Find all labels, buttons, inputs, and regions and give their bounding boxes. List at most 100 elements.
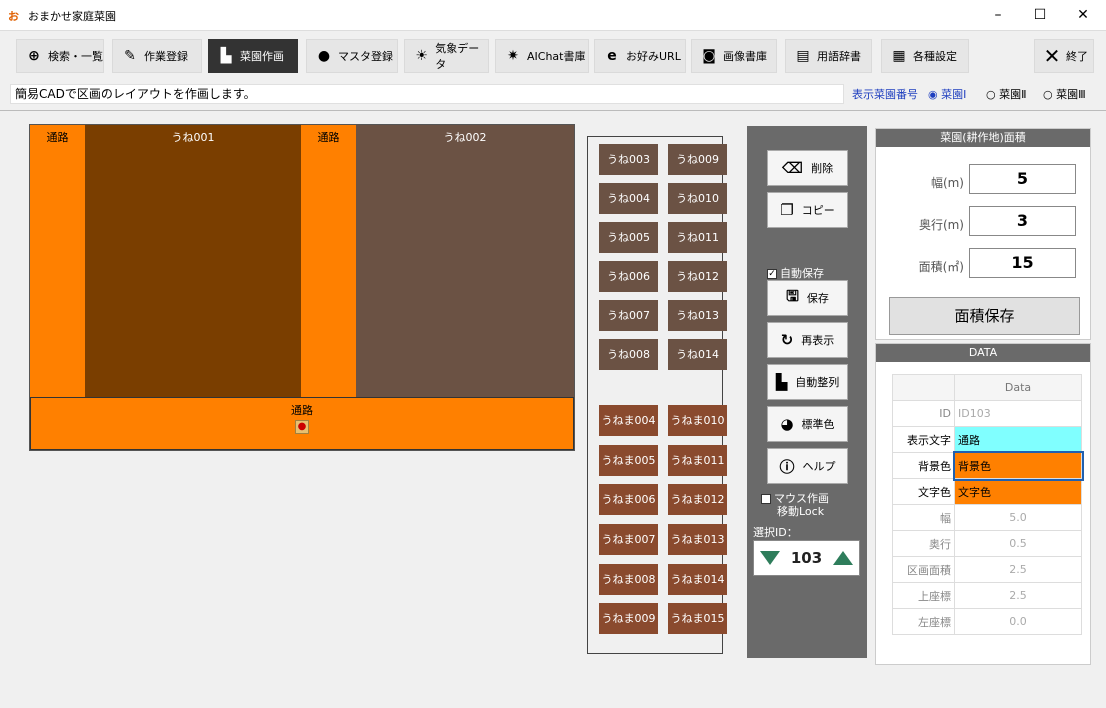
data-row-display-text[interactable]: 表示文字 通路 <box>892 426 1082 453</box>
help-button[interactable]: ⓘ ヘルプ <box>767 448 848 484</box>
depth-row: 奥行(m) 3 <box>876 206 1092 238</box>
width-row: 幅(m) 5 <box>876 164 1092 196</box>
palette-unema005[interactable]: うねま005 <box>599 445 658 476</box>
glossary-button[interactable]: ▤ 用語辞書 <box>785 39 872 73</box>
area-save-button[interactable]: 面積保存 <box>889 297 1080 335</box>
palette-une011[interactable]: うね011 <box>668 222 727 253</box>
palette-une014[interactable]: うね014 <box>668 339 727 370</box>
mouse-lock-checkbox[interactable]: マウス作画 移動Lock <box>761 492 829 518</box>
close-window-button[interactable]: ✕ <box>1060 0 1106 30</box>
plot-path-3-selected[interactable]: 通路 ● <box>30 397 574 450</box>
palette-une007[interactable]: うね007 <box>599 300 658 331</box>
plot-path-2[interactable]: 通路 <box>301 125 356 397</box>
palette-unema004[interactable]: うねま004 <box>599 405 658 436</box>
ruler-icon: ▙ <box>220 48 232 64</box>
plot-une002[interactable]: うね002 <box>356 125 574 397</box>
area-row: 面積(㎡) 15 <box>876 248 1092 280</box>
palette-une005[interactable]: うね005 <box>599 222 658 253</box>
arrange-icon: ▙ <box>775 373 788 391</box>
palette-une013[interactable]: うね013 <box>668 300 727 331</box>
palette-unema010[interactable]: うねま010 <box>668 405 727 436</box>
data-row-background-color[interactable]: 背景色 背景色 <box>892 450 1084 481</box>
data-row-id[interactable]: ID ID103 <box>892 400 1082 427</box>
palette-une009[interactable]: うね009 <box>668 144 727 175</box>
data-key: 背景色 <box>892 452 955 479</box>
selected-id-label: 選択ID： <box>753 526 798 539</box>
palette-unema015[interactable]: うねま015 <box>668 603 727 634</box>
palette-unema013[interactable]: うねま013 <box>668 524 727 555</box>
palette-une012[interactable]: うね012 <box>668 261 727 292</box>
depth-field[interactable]: 3 <box>969 206 1076 236</box>
data-key: 左座標 <box>892 608 955 635</box>
work-register-button[interactable]: ✎ 作業登録 <box>112 39 202 73</box>
radio-garden-1[interactable]: ◉ 菜園Ⅰ <box>928 86 966 102</box>
data-value[interactable]: 文字色 <box>954 478 1082 505</box>
garden-select-label: 表示菜園番号 <box>852 88 918 101</box>
edit-icon: ✎ <box>124 48 136 64</box>
checkbox-checked-icon: ✓ <box>767 269 777 279</box>
search-icon: ⊕ <box>28 48 40 64</box>
image-archive-button[interactable]: ◙ 画像書庫 <box>691 39 777 73</box>
palette-une006[interactable]: うね006 <box>599 261 658 292</box>
plot-une001[interactable]: うね001 <box>85 125 301 397</box>
data-key: 奥行 <box>892 530 955 557</box>
data-panel-header: DATA <box>876 344 1090 362</box>
selected-id-value[interactable]: 103 <box>791 549 822 567</box>
data-value: 2.5 <box>954 556 1082 583</box>
save-icon: 🖫 <box>786 286 799 305</box>
palette-une008[interactable]: うね008 <box>599 339 658 370</box>
layout-canvas[interactable]: 通路 うね001 通路 うね002 通路 ● <box>29 124 575 451</box>
close-icon: ✕ <box>1043 44 1061 68</box>
plot-path-1[interactable]: 通路 <box>30 125 85 397</box>
title-bar: お おまかせ家庭菜園 – ☐ ✕ <box>0 0 1106 30</box>
palette-unema011[interactable]: うねま011 <box>668 445 727 476</box>
maximize-button[interactable]: ☐ <box>1017 0 1063 30</box>
data-key: 表示文字 <box>892 426 955 453</box>
copy-button[interactable]: ❐ コピー <box>767 192 848 228</box>
settings-button[interactable]: ▦ 各種設定 <box>881 39 969 73</box>
palette-unema009[interactable]: うねま009 <box>599 603 658 634</box>
refresh-button[interactable]: ↻ 再表示 <box>767 322 848 358</box>
palette-une010[interactable]: うね010 <box>668 183 727 214</box>
data-value[interactable]: 通路 <box>954 426 1082 453</box>
plot-palette: うね003 うね009 うね004 うね010 うね005 うね011 うね00… <box>587 136 727 654</box>
data-row-top-coordinate[interactable]: 上座標 2.5 <box>892 582 1082 609</box>
palette-unema007[interactable]: うねま007 <box>599 524 658 555</box>
save-button[interactable]: 🖫 保存 <box>767 280 848 316</box>
default-color-button[interactable]: ◕ 標準色 <box>767 406 848 442</box>
data-row-left-coordinate[interactable]: 左座標 0.0 <box>892 608 1082 635</box>
exit-button[interactable]: ✕ 終了 <box>1034 39 1094 73</box>
weather-data-button[interactable]: ☀ 気象データ <box>404 39 489 73</box>
data-value: 5.0 <box>954 504 1082 531</box>
area-field[interactable]: 15 <box>969 248 1076 278</box>
palette-une003[interactable]: うね003 <box>599 144 658 175</box>
width-field[interactable]: 5 <box>969 164 1076 194</box>
data-row-plot-area[interactable]: 区画面積 2.5 <box>892 556 1082 583</box>
palette-une004[interactable]: うね004 <box>599 183 658 214</box>
minimize-button[interactable]: – <box>975 0 1021 30</box>
search-list-button[interactable]: ⊕ 検索・一覧 <box>16 39 104 73</box>
auto-arrange-button[interactable]: ▙ 自動整列 <box>767 364 848 400</box>
data-value[interactable]: 背景色 <box>952 450 1084 481</box>
person-icon: ● <box>317 48 331 64</box>
palette-unema014[interactable]: うねま014 <box>668 564 727 595</box>
palette-unema008[interactable]: うねま008 <box>599 564 658 595</box>
data-row-depth[interactable]: 奥行 0.5 <box>892 530 1082 557</box>
radio-garden-3[interactable]: ○ 菜園Ⅲ <box>1043 86 1086 102</box>
data-row-width[interactable]: 幅 5.0 <box>892 504 1082 531</box>
delete-button[interactable]: ⌫ 削除 <box>767 150 848 186</box>
data-row-text-color[interactable]: 文字色 文字色 <box>892 478 1082 505</box>
decrement-arrow-icon[interactable] <box>760 551 780 565</box>
favorite-url-button[interactable]: e お好みURL <box>594 39 686 73</box>
data-value: 0.5 <box>954 530 1082 557</box>
palette-unema012[interactable]: うねま012 <box>668 484 727 515</box>
autosave-checkbox[interactable]: ✓ 自動保存 <box>767 265 824 281</box>
palette-unema006[interactable]: うねま006 <box>599 484 658 515</box>
garden-draw-button[interactable]: ▙ 菜園作画 <box>208 39 298 73</box>
tool-panel: ⌫ 削除 ❐ コピー ✓ 自動保存 🖫 保存 ↻ 再表示 ▙ 自動整列 ◕ 標準色 ⓘ ヘルプ … <box>747 126 867 658</box>
radio-garden-2[interactable]: ○ 菜園Ⅱ <box>986 86 1027 102</box>
data-value: ID103 <box>954 400 1082 427</box>
increment-arrow-icon[interactable] <box>833 551 853 565</box>
aichat-archive-button[interactable]: ✷ AIChat書庫 <box>495 39 589 73</box>
master-register-button[interactable]: ● マスタ登録 <box>306 39 398 73</box>
